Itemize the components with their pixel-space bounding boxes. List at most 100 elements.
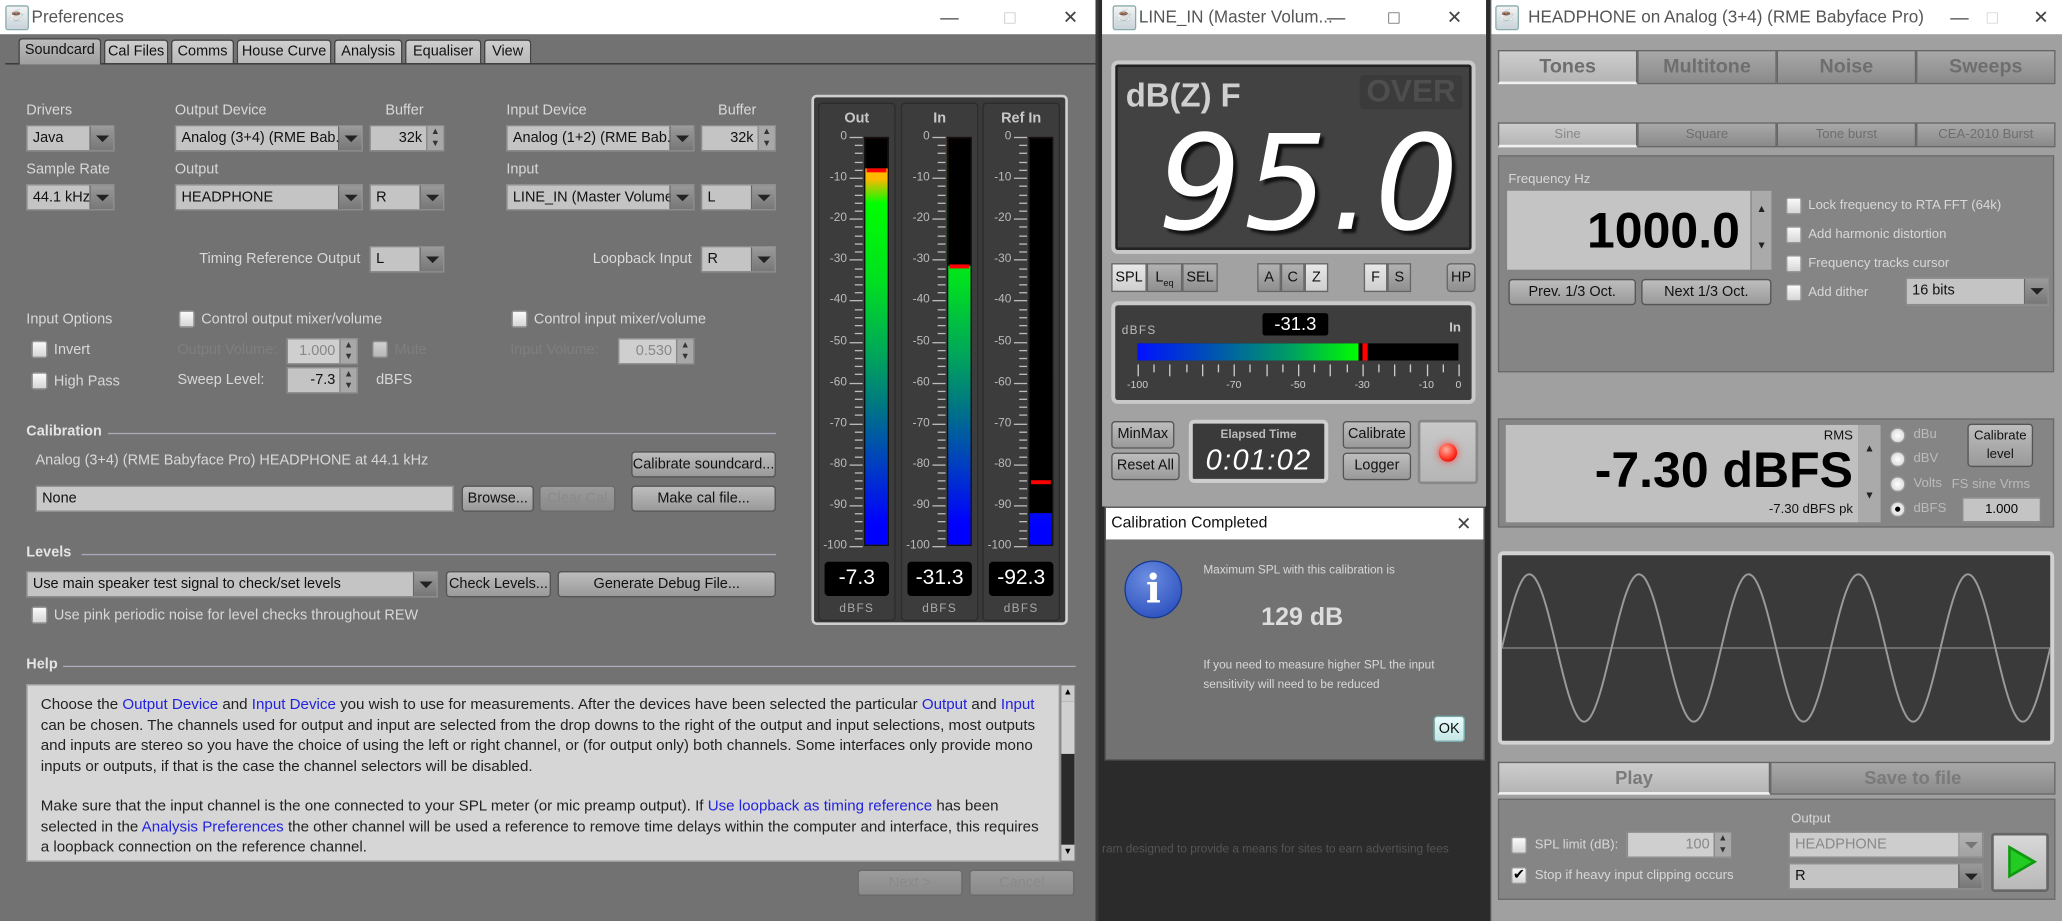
subtab-square[interactable]: Square [1637,122,1777,148]
output-buffer-spinner[interactable]: 32k ▲ ▼ [369,124,445,152]
tab-sweeps[interactable]: Sweeps [1916,49,2056,85]
save-to-file-tab[interactable]: Save to file [1770,761,2056,795]
maximize-icon[interactable]: □ [1376,4,1413,30]
reset-all-button[interactable]: Reset All [1111,452,1180,481]
next-third-octave-button[interactable]: Next 1/3 Oct. [1641,278,1772,306]
minmax-button[interactable]: MinMax [1111,421,1175,449]
subtab-cea-2010-burst[interactable]: CEA-2010 Burst [1916,122,2056,148]
tab-analysis[interactable]: Analysis [334,39,403,64]
slow-button[interactable]: S [1387,263,1412,293]
calibrate-button[interactable]: Calibrate [1342,421,1412,449]
maximize-icon[interactable]: □ [992,4,1029,30]
cancel-button[interactable]: Cancel [969,869,1075,896]
unit-radio-dbfs[interactable] [1889,501,1906,518]
frequency-input[interactable]: 1000.0 [1507,190,1751,270]
unit-radio-volts[interactable] [1889,476,1906,493]
help-link[interactable]: Use loopback as timing reference [708,799,932,815]
tab-house-curve[interactable]: House Curve [236,39,332,64]
fast-button[interactable]: F [1363,263,1388,293]
play-tab[interactable]: Play [1497,761,1771,795]
help-link[interactable]: Input Device [252,697,336,713]
z-weighting-button[interactable]: Z [1304,263,1329,293]
harmonic-distortion-checkbox[interactable] [1785,226,1802,244]
tab-tones[interactable]: Tones [1497,49,1638,85]
control-input-mixer-checkbox[interactable] [511,310,528,328]
help-scrollbar[interactable]: ▲ ▼ [1059,684,1076,862]
loopback-input-select[interactable]: R [700,246,776,273]
add-dither-checkbox[interactable] [1785,284,1802,302]
calibrate-soundcard-button[interactable]: Calibrate soundcard... [631,451,776,478]
pink-noise-checkbox[interactable] [31,606,48,624]
subtab-tone-burst[interactable]: Tone burst [1776,122,1917,148]
tab-multitone[interactable]: Multitone [1637,49,1777,85]
output-select[interactable]: HEADPHONE [174,184,363,211]
sel-button[interactable]: SEL [1182,263,1218,293]
logger-button[interactable]: Logger [1342,452,1412,481]
tab-comms[interactable]: Comms [170,39,235,64]
help-link[interactable]: Output Device [122,697,218,713]
tab-soundcard[interactable]: Soundcard [18,38,102,65]
drivers-select[interactable]: Java [26,124,115,152]
invert-checkbox[interactable] [31,340,48,358]
output-channel-select[interactable]: R [369,184,445,211]
input-buffer-spinner[interactable]: 32k ▲ ▼ [700,124,776,152]
cal-file-field[interactable]: None [35,485,454,512]
timing-reference-output-select[interactable]: L [369,246,445,273]
sweep-level-spinner[interactable]: -7.3 ▲ ▼ [286,367,358,394]
unit-radio-dbu[interactable] [1889,427,1906,444]
make-cal-file-button[interactable]: Make cal file... [631,485,776,512]
window-title: Preferences [31,6,124,27]
dither-bits-select[interactable]: 16 bits [1905,277,2049,306]
close-icon[interactable]: ✕ [1052,4,1089,30]
high-pass-button[interactable]: HP [1446,263,1476,293]
lock-frequency-checkbox[interactable] [1785,197,1802,215]
input-device-select[interactable]: Analog (1+2) (RME Bab... [506,124,695,152]
leq-button[interactable]: Leq [1146,263,1183,293]
a-weighting-button[interactable]: A [1257,263,1281,293]
help-link[interactable]: Input [1001,697,1035,713]
output-device-select[interactable]: Analog (3+4) (RME Bab... [174,124,363,152]
calibrate-level-button[interactable]: Calibrate level [1967,423,2034,468]
help-link[interactable]: Analysis Preferences [142,819,284,835]
scrollbar-thumb[interactable] [1061,701,1075,754]
spl-button[interactable]: SPL [1111,263,1147,293]
tab-equaliser[interactable]: Equaliser [405,39,482,64]
input-channel-select[interactable]: L [700,184,776,211]
c-weighting-button[interactable]: C [1280,263,1305,293]
frequency-spinner[interactable]: ▲ ▼ [1750,190,1772,270]
tab-noise[interactable]: Noise [1776,49,1917,85]
fs-sine-input[interactable]: 1.000 [1962,497,2042,523]
minimize-icon[interactable]: — [1318,4,1355,30]
prev-third-octave-button[interactable]: Prev. 1/3 Oct. [1508,278,1636,306]
subtab-sine[interactable]: Sine [1497,122,1638,148]
close-icon[interactable]: ✕ [1436,4,1473,30]
scroll-down-icon[interactable]: ▼ [1061,844,1075,861]
stop-clipping-checkbox[interactable]: ✔ [1511,867,1527,885]
unit-radio-dbv[interactable] [1889,451,1906,468]
spl-limit-checkbox[interactable] [1511,836,1527,854]
sample-rate-select[interactable]: 44.1 kHz [26,184,115,211]
maximize-icon[interactable]: □ [1974,4,2011,30]
minimize-icon[interactable]: — [1941,4,1978,30]
level-spinner[interactable]: ▲ ▼ [1858,424,1881,523]
close-icon[interactable]: ✕ [2023,4,2060,30]
record-button[interactable] [1417,419,1479,485]
scroll-up-icon[interactable]: ▲ [1061,685,1075,702]
control-output-mixer-checkbox[interactable] [178,310,195,328]
play-button[interactable] [1991,832,2049,893]
minimize-icon[interactable]: — [931,4,968,30]
high-pass-checkbox[interactable] [31,372,48,390]
frequency-tracks-cursor-checkbox[interactable] [1785,255,1802,273]
input-select[interactable]: LINE_IN (Master Volume) [506,184,695,211]
browse-button[interactable]: Browse... [461,485,534,512]
tab-view[interactable]: View [483,39,532,64]
ok-button[interactable]: OK [1433,715,1466,743]
check-levels-button[interactable]: Check Levels... [445,571,552,598]
close-icon[interactable]: ✕ [1445,510,1482,536]
output-level-input[interactable]: RMS -7.30 dBFS -7.30 dBFS pk [1505,424,1859,523]
tab-cal-files[interactable]: Cal Files [103,39,169,64]
help-link[interactable]: Output [922,697,967,713]
generate-debug-file-button[interactable]: Generate Debug File... [557,571,776,598]
output-channel-select[interactable]: R [1788,863,1984,890]
level-check-method-select[interactable]: Use main speaker test signal to check/se… [26,571,438,598]
